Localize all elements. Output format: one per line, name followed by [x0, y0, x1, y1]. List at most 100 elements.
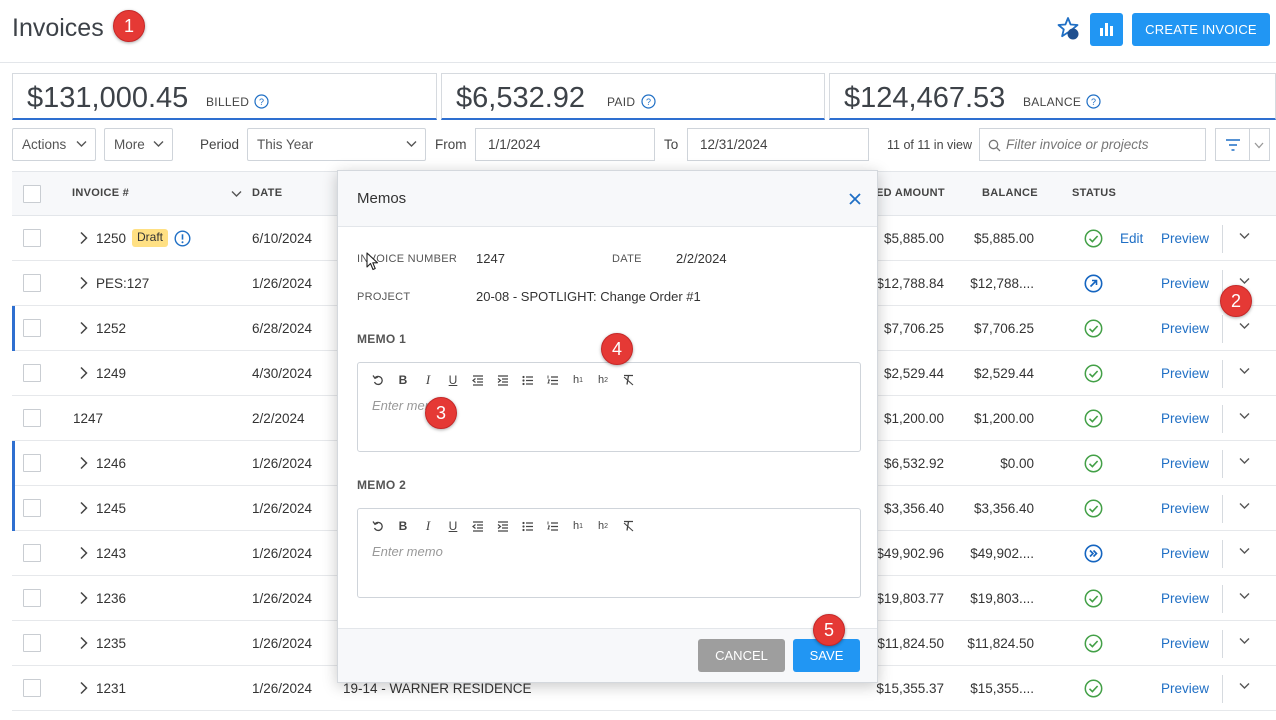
close-icon[interactable] — [847, 191, 863, 207]
chart-button[interactable] — [1090, 13, 1123, 46]
invoice-number[interactable]: 1249 — [96, 366, 126, 381]
invoice-number[interactable]: 1246 — [96, 456, 126, 471]
actions-dropdown[interactable]: Actions — [12, 128, 96, 161]
underline-icon[interactable]: U — [445, 372, 461, 388]
expand-chevron-icon[interactable] — [78, 636, 90, 650]
invoice-number[interactable]: 1235 — [96, 636, 126, 651]
select-all-checkbox[interactable] — [23, 185, 41, 203]
expand-chevron-icon[interactable] — [78, 366, 90, 380]
from-date-input[interactable]: 1/1/2024 — [475, 128, 655, 161]
preview-link[interactable]: Preview — [1161, 411, 1209, 426]
col-billed-amount[interactable]: ED AMOUNT — [876, 187, 945, 199]
filter-options-dropdown[interactable] — [1250, 128, 1270, 161]
undo-icon[interactable] — [370, 518, 386, 534]
expand-chevron-icon[interactable] — [78, 231, 90, 245]
row-menu-chevron-icon[interactable] — [1239, 322, 1250, 330]
bullet-list-icon[interactable] — [520, 372, 536, 388]
row-menu-chevron-icon[interactable] — [1239, 637, 1250, 645]
bullet-list-icon[interactable] — [520, 518, 536, 534]
preview-link[interactable]: Preview — [1161, 591, 1209, 606]
underline-icon[interactable]: U — [445, 518, 461, 534]
row-checkbox[interactable] — [23, 544, 41, 562]
expand-chevron-icon[interactable] — [78, 276, 90, 290]
col-invoice[interactable]: INVOICE # — [72, 187, 129, 199]
cancel-button[interactable]: CANCEL — [698, 639, 785, 672]
preview-link[interactable]: Preview — [1161, 276, 1209, 291]
clear-format-icon[interactable] — [620, 372, 636, 388]
preview-link[interactable]: Preview — [1161, 681, 1209, 696]
col-date[interactable]: DATE — [252, 187, 282, 199]
italic-icon[interactable]: I — [420, 518, 436, 534]
row-checkbox[interactable] — [23, 454, 41, 472]
invoice-number[interactable]: 1252 — [96, 321, 126, 336]
preview-link[interactable]: Preview — [1161, 321, 1209, 336]
heading2-icon[interactable]: h2 — [595, 372, 611, 388]
expand-chevron-icon[interactable] — [78, 546, 90, 560]
alert-info-icon[interactable] — [174, 230, 191, 247]
edit-link[interactable]: Edit — [1120, 231, 1143, 246]
row-menu-chevron-icon[interactable] — [1239, 457, 1250, 465]
bold-icon[interactable]: B — [395, 518, 411, 534]
preview-link[interactable]: Preview — [1161, 231, 1209, 246]
indent-icon[interactable] — [495, 518, 511, 534]
create-invoice-button[interactable]: CREATE INVOICE — [1132, 13, 1270, 46]
expand-chevron-icon[interactable] — [78, 456, 90, 470]
invoice-number[interactable]: 1236 — [96, 591, 126, 606]
row-checkbox[interactable] — [23, 364, 41, 382]
invoice-number[interactable]: PES:127 — [96, 276, 149, 291]
period-select[interactable]: This Year — [247, 128, 426, 161]
invoice-number[interactable]: 1245 — [96, 501, 126, 516]
invoice-number[interactable]: 1250 — [96, 231, 126, 246]
favorite-star-button[interactable] — [1054, 14, 1086, 46]
row-checkbox[interactable] — [23, 634, 41, 652]
row-checkbox[interactable] — [23, 499, 41, 517]
clear-format-icon[interactable] — [620, 518, 636, 534]
indent-icon[interactable] — [495, 372, 511, 388]
filter-button[interactable] — [1215, 128, 1250, 161]
expand-chevron-icon[interactable] — [78, 681, 90, 695]
help-icon[interactable]: ? — [1086, 94, 1101, 109]
more-dropdown[interactable]: More — [104, 128, 173, 161]
bold-icon[interactable]: B — [395, 372, 411, 388]
row-menu-chevron-icon[interactable] — [1239, 502, 1250, 510]
row-checkbox[interactable] — [23, 409, 41, 427]
row-checkbox[interactable] — [23, 679, 41, 697]
row-checkbox[interactable] — [23, 589, 41, 607]
heading1-icon[interactable]: h1 — [570, 518, 586, 534]
preview-link[interactable]: Preview — [1161, 366, 1209, 381]
memo2-editor[interactable]: B I U h1 h2 Enter memo — [357, 508, 861, 598]
row-menu-chevron-icon[interactable] — [1239, 232, 1250, 240]
invoice-number[interactable]: 1231 — [96, 681, 126, 696]
expand-chevron-icon[interactable] — [78, 321, 90, 335]
row-checkbox[interactable] — [23, 229, 41, 247]
preview-link[interactable]: Preview — [1161, 456, 1209, 471]
expand-chevron-icon[interactable] — [78, 591, 90, 605]
preview-link[interactable]: Preview — [1161, 501, 1209, 516]
italic-icon[interactable]: I — [420, 372, 436, 388]
col-balance[interactable]: BALANCE — [982, 187, 1038, 199]
outdent-icon[interactable] — [470, 518, 486, 534]
numbered-list-icon[interactable] — [545, 372, 561, 388]
help-icon[interactable]: ? — [254, 94, 269, 109]
row-menu-chevron-icon[interactable] — [1239, 592, 1250, 600]
heading1-icon[interactable]: h1 — [570, 372, 586, 388]
invoice-number[interactable]: 1247 — [73, 411, 103, 426]
numbered-list-icon[interactable] — [545, 518, 561, 534]
row-checkbox[interactable] — [23, 274, 41, 292]
undo-icon[interactable] — [370, 372, 386, 388]
row-menu-chevron-icon[interactable] — [1239, 547, 1250, 555]
to-date-input[interactable]: 12/31/2024 — [687, 128, 869, 161]
help-icon[interactable]: ? — [641, 94, 656, 109]
preview-link[interactable]: Preview — [1161, 636, 1209, 651]
heading2-icon[interactable]: h2 — [595, 518, 611, 534]
row-menu-chevron-icon[interactable] — [1239, 682, 1250, 690]
row-menu-chevron-icon[interactable] — [1239, 277, 1250, 285]
sort-chevron-icon[interactable] — [231, 190, 242, 198]
search-input[interactable]: Filter invoice or projects — [979, 128, 1206, 161]
expand-chevron-icon[interactable] — [78, 501, 90, 515]
outdent-icon[interactable] — [470, 372, 486, 388]
row-menu-chevron-icon[interactable] — [1239, 367, 1250, 375]
row-checkbox[interactable] — [23, 319, 41, 337]
preview-link[interactable]: Preview — [1161, 546, 1209, 561]
col-status[interactable]: STATUS — [1072, 187, 1116, 199]
